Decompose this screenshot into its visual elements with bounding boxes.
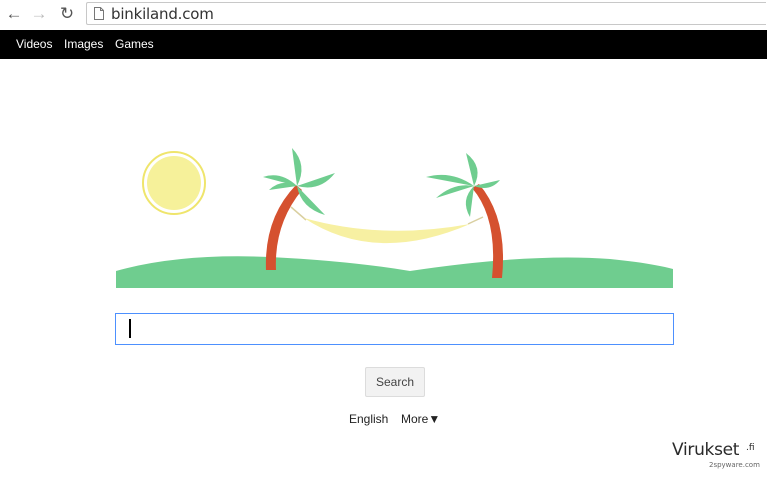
text-caret xyxy=(129,319,131,338)
reload-icon[interactable]: ↻ xyxy=(56,3,78,25)
watermark-logo: Virukset .fi 2spyware.com xyxy=(672,440,764,476)
page-icon xyxy=(94,7,104,20)
search-button[interactable]: Search xyxy=(365,367,425,397)
url-text: binkiland.com xyxy=(111,5,214,23)
left-palm-trunk xyxy=(265,185,302,270)
hammock xyxy=(304,218,470,244)
ground-hill xyxy=(116,256,673,288)
more-dropdown[interactable]: More▼ xyxy=(401,412,440,426)
beach-logo-illustration xyxy=(116,148,673,288)
language-link[interactable]: English xyxy=(349,412,388,426)
watermark-tld: .fi xyxy=(746,443,755,453)
left-palm-leaves xyxy=(263,148,335,215)
watermark-brand: Virukset xyxy=(672,440,740,460)
back-arrow-icon[interactable]: ← xyxy=(3,3,25,25)
address-bar[interactable]: binkiland.com xyxy=(86,2,766,25)
top-navbar: Videos Images Games xyxy=(0,30,767,59)
nav-images-link[interactable]: Images xyxy=(64,37,103,51)
browser-toolbar: ← → ↻ binkiland.com xyxy=(0,0,767,31)
nav-games-link[interactable]: Games xyxy=(115,37,154,51)
forward-arrow-icon[interactable]: → xyxy=(28,3,50,25)
watermark-sub: 2spyware.com xyxy=(709,461,760,469)
search-input[interactable] xyxy=(115,313,674,345)
nav-videos-link[interactable]: Videos xyxy=(16,37,52,51)
